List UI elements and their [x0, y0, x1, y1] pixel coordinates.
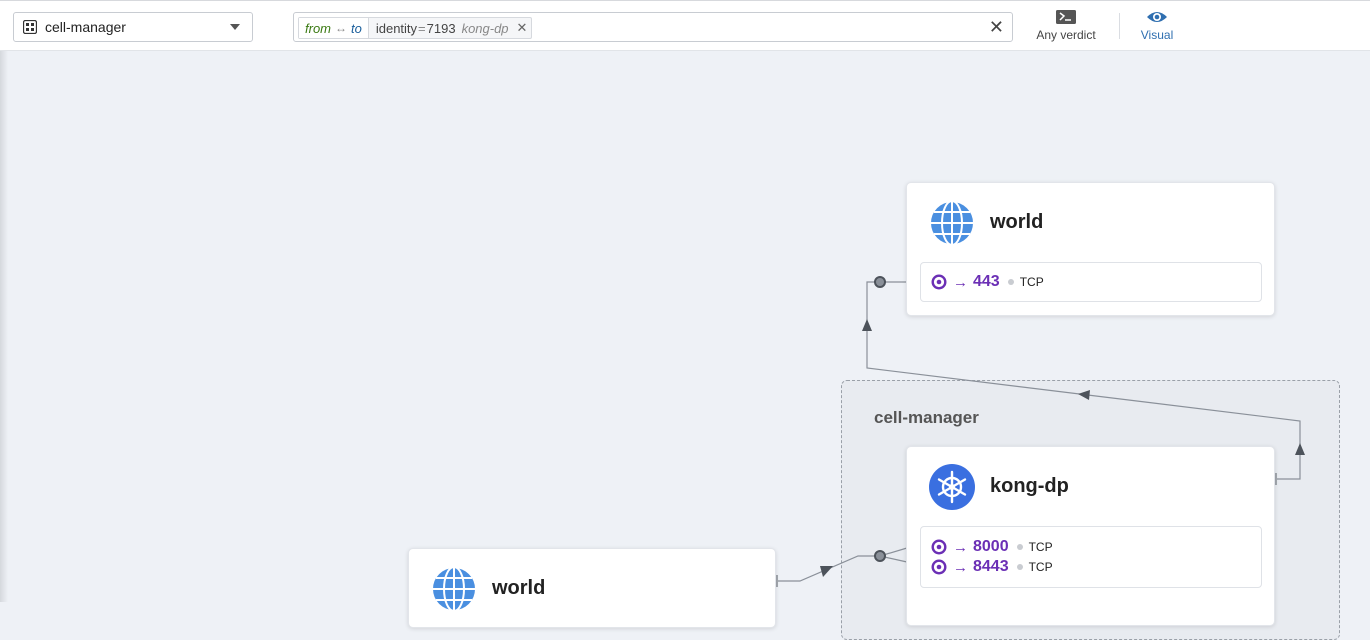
- globe-icon: [929, 200, 975, 246]
- arrow-right-icon: →: [953, 273, 968, 291]
- port-ring-icon: [931, 539, 947, 555]
- node-card-kong-dp[interactable]: kong-dp → 8000 TCP → 8443 TCP: [906, 446, 1275, 626]
- ports-list: → 8000 TCP → 8443 TCP: [920, 526, 1262, 588]
- node-card-world-top[interactable]: world → 443 TCP: [906, 182, 1275, 316]
- node-card-world-bottom[interactable]: world: [408, 548, 776, 628]
- port-row: → 8000 TCP: [931, 537, 1053, 557]
- edge-arrow-left: [1078, 390, 1090, 400]
- port-number: 8000: [973, 538, 1009, 555]
- port-protocol: TCP: [1028, 540, 1053, 554]
- arrow-right-icon: →: [953, 558, 968, 576]
- node-title: world: [492, 577, 546, 599]
- node-title: world: [990, 211, 1044, 233]
- edge-arrow-right: [820, 566, 833, 577]
- edge-joint-kong: [874, 550, 886, 562]
- port-ring-icon: [931, 274, 947, 290]
- port-protocol: TCP: [1019, 275, 1044, 289]
- port-row: → 8443 TCP: [931, 557, 1053, 577]
- edge-arrow-up-left: [862, 319, 872, 331]
- edge-joint-world-top: [874, 276, 886, 288]
- port-number: 443: [973, 273, 1000, 290]
- separator-dot: [1016, 544, 1023, 550]
- port-row: → 443 TCP: [931, 272, 1044, 292]
- port-ring-icon: [931, 559, 947, 575]
- kubernetes-icon: [929, 464, 975, 510]
- port-protocol: TCP: [1028, 560, 1053, 574]
- separator-dot: [1016, 564, 1023, 570]
- separator-dot: [1007, 279, 1014, 285]
- arrow-right-icon: →: [953, 538, 968, 556]
- node-title: kong-dp: [990, 475, 1069, 497]
- ports-list: → 443 TCP: [920, 262, 1262, 302]
- port-number: 8443: [973, 558, 1009, 575]
- edge-arrow-up-right: [1295, 443, 1305, 455]
- globe-icon: [431, 566, 477, 612]
